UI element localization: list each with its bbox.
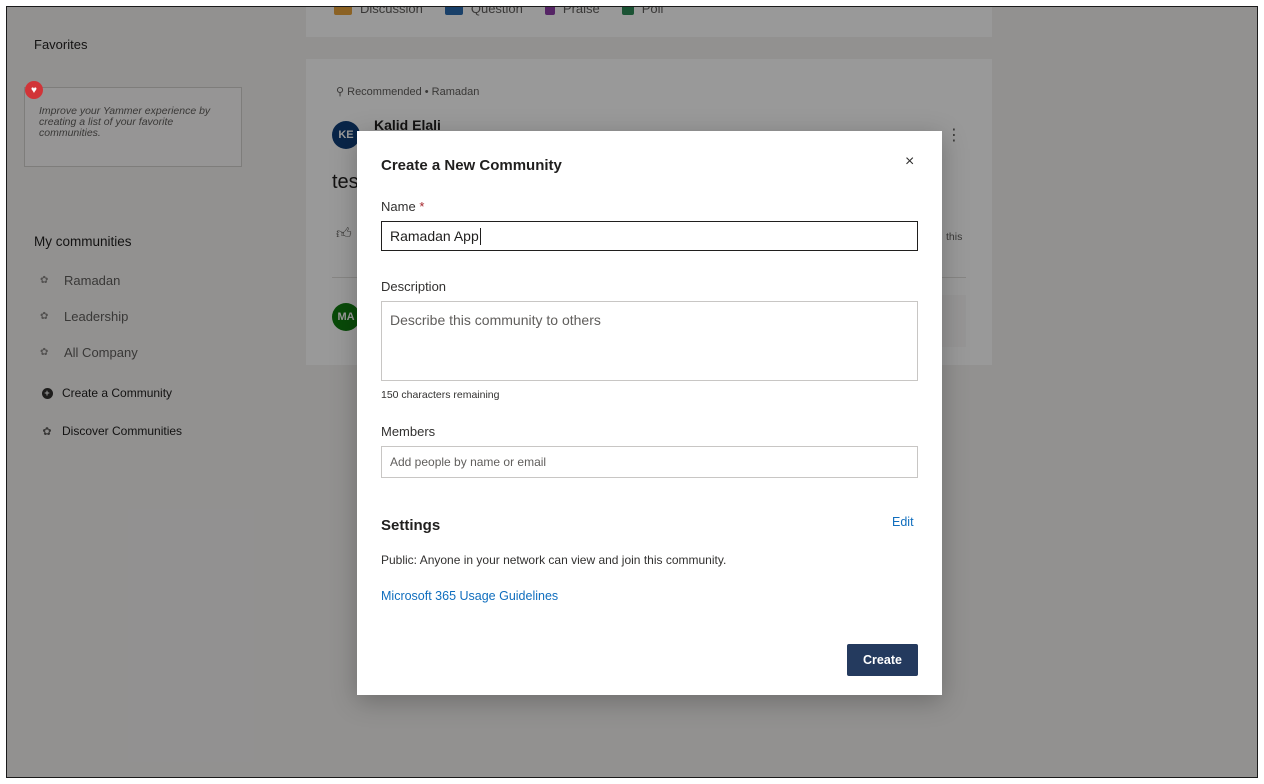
create-community-dialog: Create a New Community × Name * Ramadan …: [357, 131, 942, 695]
settings-title: Settings: [381, 517, 441, 534]
name-input-value: Ramadan App: [390, 228, 479, 244]
yammer-app: Favorites ♥ Improve your Yammer experien…: [7, 7, 1257, 777]
name-input[interactable]: Ramadan App: [381, 221, 918, 251]
edit-settings-link[interactable]: Edit: [892, 515, 914, 529]
members-label: Members: [381, 424, 436, 439]
close-icon[interactable]: ×: [905, 153, 914, 171]
description-label: Description: [381, 279, 447, 294]
description-input[interactable]: Describe this community to others: [381, 301, 918, 381]
heart-icon: ♥: [25, 81, 43, 99]
create-button[interactable]: Create: [847, 644, 918, 676]
description-placeholder: Describe this community to others: [390, 312, 601, 328]
required-mark: *: [419, 199, 425, 214]
members-placeholder: Add people by name or email: [390, 455, 547, 469]
text-caret: [479, 227, 481, 245]
characters-remaining: 150 characters remaining: [381, 389, 500, 401]
dialog-title: Create a New Community: [381, 157, 562, 174]
app-window: Favorites ♥ Improve your Yammer experien…: [6, 6, 1258, 778]
settings-description: Public: Anyone in your network can view …: [381, 553, 727, 567]
usage-guidelines-link[interactable]: Microsoft 365 Usage Guidelines: [381, 589, 558, 603]
members-input[interactable]: Add people by name or email: [381, 446, 918, 478]
name-label: Name *: [381, 199, 425, 214]
